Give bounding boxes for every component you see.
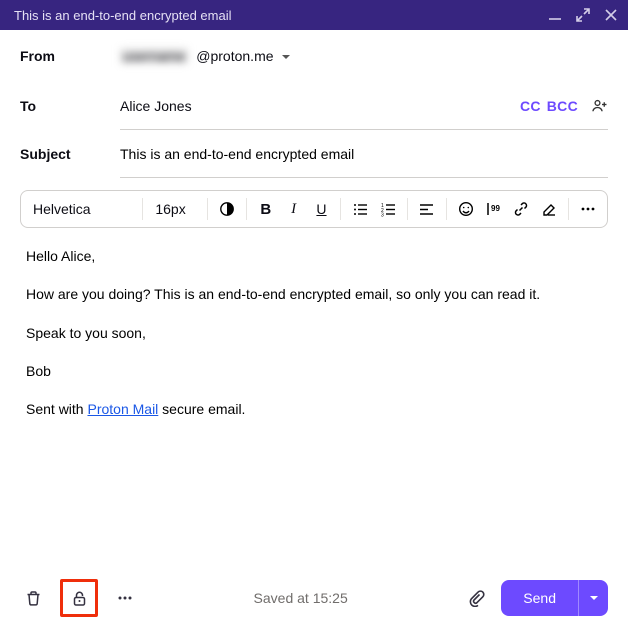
link-icon[interactable]	[509, 196, 535, 222]
minimize-icon[interactable]	[548, 8, 562, 22]
expand-icon[interactable]	[576, 8, 590, 22]
font-family-select[interactable]: Helvetica	[27, 197, 136, 221]
body-line: How are you doing? This is an end-to-end…	[26, 284, 602, 304]
font-size-select[interactable]: 16px	[149, 197, 201, 221]
format-toolbar: Helvetica 16px B I U 123 99	[20, 190, 608, 228]
subject-row: Subject	[120, 130, 608, 178]
quote-icon[interactable]: 99	[481, 196, 507, 222]
window-titlebar: This is an end-to-end encrypted email	[0, 0, 628, 30]
chevron-down-icon	[282, 48, 290, 64]
message-body[interactable]: Hello Alice, How are you doing? This is …	[0, 228, 628, 419]
body-line: Bob	[26, 361, 602, 381]
subject-label: Subject	[20, 146, 120, 162]
trash-icon[interactable]	[20, 585, 46, 611]
clear-format-icon[interactable]	[536, 196, 562, 222]
bold-icon[interactable]: B	[253, 196, 279, 222]
cc-button[interactable]: CC	[520, 98, 541, 114]
to-row: To Alice Jones CC BCC	[120, 82, 608, 130]
proton-mail-link[interactable]: Proton Mail	[87, 401, 158, 417]
italic-icon[interactable]: I	[281, 196, 307, 222]
more-actions-icon[interactable]	[112, 585, 138, 611]
font-family-value: Helvetica	[33, 201, 91, 217]
highlight-annotation	[60, 579, 98, 617]
send-options-dropdown[interactable]	[578, 580, 608, 616]
from-label: From	[20, 48, 120, 64]
svg-text:3: 3	[381, 212, 384, 217]
close-icon[interactable]	[604, 8, 618, 22]
align-icon[interactable]	[414, 196, 440, 222]
attachment-icon[interactable]	[463, 585, 489, 611]
to-chip: Alice Jones	[120, 98, 192, 114]
body-signature: Sent with Proton Mail secure email.	[26, 399, 602, 419]
svg-text:99: 99	[491, 204, 500, 213]
from-selector[interactable]: username @proton.me	[120, 48, 608, 64]
saved-status: Saved at 15:25	[138, 590, 463, 606]
to-label: To	[20, 98, 120, 114]
from-row: From username @proton.me	[20, 30, 608, 82]
composer-footer: Saved at 15:25 Send	[0, 566, 628, 630]
send-button[interactable]: Send	[501, 580, 578, 616]
bullet-list-icon[interactable]	[347, 196, 373, 222]
underline-icon[interactable]: U	[309, 196, 335, 222]
subject-input[interactable]	[120, 146, 608, 162]
body-line: Hello Alice,	[26, 246, 602, 266]
emoji-icon[interactable]	[453, 196, 479, 222]
bcc-button[interactable]: BCC	[547, 98, 578, 114]
from-domain: @proton.me	[196, 48, 273, 64]
to-input[interactable]: Alice Jones	[120, 98, 520, 114]
encryption-lock-icon[interactable]	[66, 585, 92, 611]
color-icon[interactable]	[214, 196, 240, 222]
send-split-button: Send	[501, 580, 608, 616]
font-size-value: 16px	[155, 201, 185, 217]
body-line: Speak to you soon,	[26, 323, 602, 343]
contacts-icon[interactable]	[590, 97, 608, 115]
more-format-icon[interactable]	[575, 196, 601, 222]
from-username: username	[120, 48, 188, 64]
numbered-list-icon[interactable]: 123	[375, 196, 401, 222]
window-title: This is an end-to-end encrypted email	[14, 8, 548, 23]
